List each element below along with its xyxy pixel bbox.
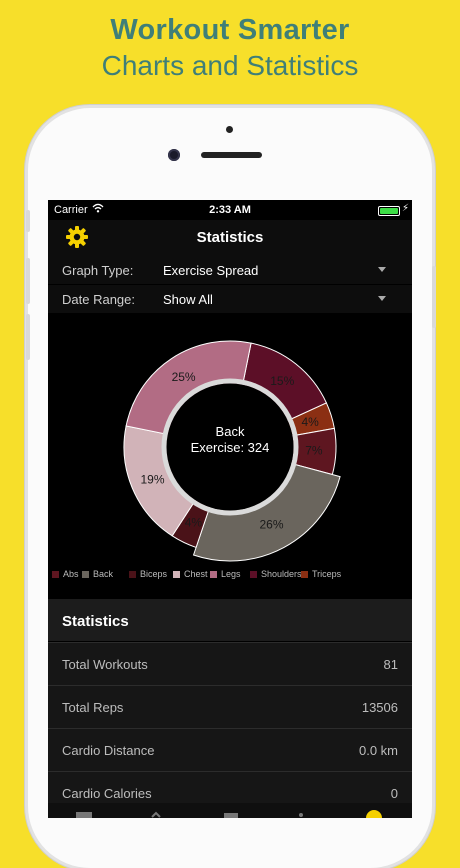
date-range-selector[interactable]: Date Range: Show All [48,285,412,313]
legend-swatch [129,571,136,578]
battery-icon [378,206,400,216]
slice-label-abs: 7% [305,444,323,458]
exercise-donut-chart[interactable]: 15% 4% 7% 26% 4% 19% 25% Back Exercise: 324 [48,315,412,585]
app-screen: Carrier 2:33 AM ⚡ Statistics Graph Type:… [48,200,412,818]
stat-value: 0.0 km [358,743,398,758]
legend-swatch [301,571,308,578]
stat-label: Cardio Distance [62,743,155,758]
legend-item-triceps: Triceps [301,569,341,579]
legend-label: Triceps [312,569,342,579]
earpiece-speaker [201,152,262,158]
stat-label: Total Workouts [62,657,148,672]
legend-label: Shoulders [261,569,302,579]
date-range-label: Date Range: [62,292,135,307]
tab-progress-icon[interactable] [151,811,161,818]
charging-icon: ⚡ [402,203,410,214]
graph-type-value[interactable]: Exercise Spread [163,263,258,278]
legend-swatch [82,571,89,578]
volume-down-button [26,314,30,360]
chevron-down-icon[interactable] [378,296,386,301]
legend-item-back: Back [82,569,113,579]
stats-section-header: Statistics [48,599,412,641]
chevron-down-icon[interactable] [378,267,386,272]
tab-statistics-icon[interactable] [366,810,382,818]
chart-legend: Abs Back Biceps Chest Legs Shoulders Triceps [52,569,412,583]
stat-label: Cardio Calories [62,786,152,801]
graph-type-label: Graph Type: [62,263,134,278]
legend-swatch [52,571,59,578]
proximity-sensor [226,126,233,133]
stats-section-title: Statistics [62,613,129,630]
slice-label-chest: 19% [141,472,165,486]
slice-label-biceps: 4% [185,516,203,530]
tab-info-icon[interactable] [299,813,303,817]
tab-bar [48,803,412,818]
stat-row-total-workouts: Total Workouts 81 [48,642,412,685]
center-label-title: Back [216,424,245,439]
stat-value: 13506 [361,700,398,715]
date-range-value[interactable]: Show All [163,292,213,307]
legend-swatch [210,571,217,578]
legend-label: Chest [184,569,208,579]
tab-workouts-icon[interactable] [76,812,92,818]
front-camera [168,149,180,161]
volume-up-button [26,258,30,304]
legend-item-abs: Abs [52,569,79,579]
clock: 2:33 AM [209,204,251,216]
center-label-value: Exercise: 324 [191,440,270,455]
slice-label-back: 26% [259,518,283,532]
promo-subheadline: Charts and Statistics [101,50,359,81]
nav-bar: Statistics [48,220,412,256]
legend-item-shoulders: Shoulders [250,569,302,579]
mute-switch [26,210,30,232]
slice-label-triceps: 4% [302,415,320,429]
legend-item-chest: Chest [173,569,208,579]
power-button [432,266,436,328]
legend-item-biceps: Biceps [129,569,167,579]
legend-label: Legs [221,569,241,579]
stat-value: 81 [383,657,398,672]
stat-label: Total Reps [62,700,124,715]
tab-calendar-icon[interactable] [224,813,238,818]
legend-label: Back [93,569,114,579]
stat-row-cardio-distance: Cardio Distance 0.0 km [48,728,412,771]
stat-row-total-reps: Total Reps 13506 [48,685,412,728]
promo-headline: Workout Smarter [110,14,350,46]
legend-label: Biceps [140,569,168,579]
slice-label-shoulders: 15% [270,374,294,388]
slice-label-legs: 25% [172,370,196,384]
status-bar: Carrier 2:33 AM ⚡ [48,200,412,220]
legend-item-legs: Legs [210,569,241,579]
page-title: Statistics [196,229,264,246]
stat-value: 0 [390,786,398,801]
legend-label: Abs [63,569,79,579]
legend-swatch [173,571,180,578]
graph-type-selector[interactable]: Graph Type: Exercise Spread [48,256,412,284]
legend-swatch [250,571,257,578]
